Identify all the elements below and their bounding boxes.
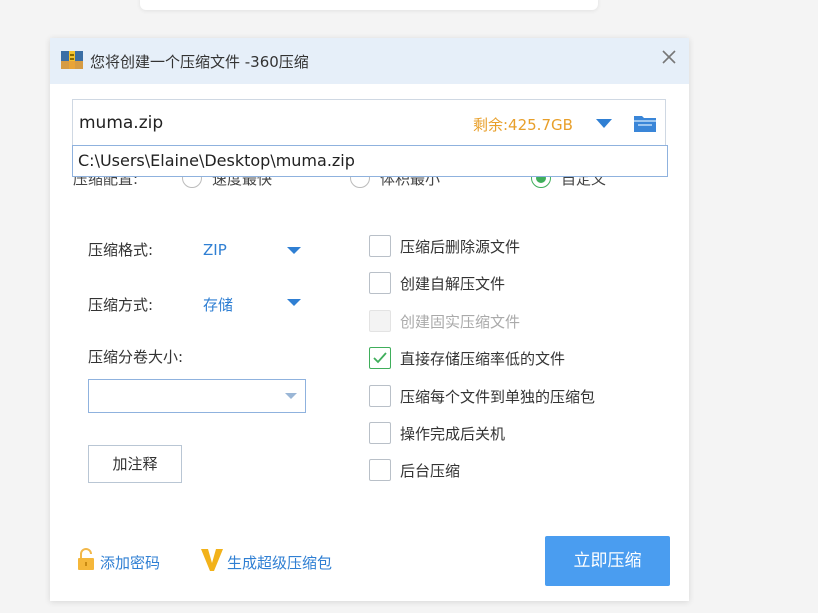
add-comment-button[interactable]: 加注释 [88, 445, 182, 483]
option-self-extract[interactable]: 创建自解压文件 [369, 272, 669, 296]
dropdown-arrow-icon[interactable] [595, 117, 613, 129]
format-label: 压缩格式: [88, 241, 154, 259]
method-dropdown-icon[interactable] [287, 299, 301, 306]
checkbox-label[interactable]: 后台压缩 [400, 460, 460, 481]
checkbox-label[interactable]: 压缩每个文件到单独的压缩包 [400, 386, 595, 407]
folder-icon[interactable] [633, 113, 657, 133]
option-solid-archive: 创建固实压缩文件 [369, 310, 669, 334]
archive-name-text[interactable]: muma.zip [79, 113, 163, 133]
volume-dropdown-icon[interactable] [285, 393, 297, 399]
volume-label: 压缩分卷大小: [88, 348, 184, 366]
checkbox[interactable] [369, 459, 391, 481]
checkmark-icon [373, 352, 387, 364]
lock-icon [78, 548, 94, 570]
app-icon [61, 51, 83, 69]
volume-size-select[interactable] [88, 379, 306, 413]
title-bar: 您将创建一个压缩文件 -360压缩 [50, 38, 689, 84]
checkbox-label: 创建固实压缩文件 [400, 313, 521, 331]
checkbox[interactable] [369, 235, 391, 257]
super-v-icon [201, 549, 223, 571]
checkbox-label[interactable]: 直接存储压缩率低的文件 [400, 348, 565, 369]
checkbox-checked[interactable] [369, 347, 391, 369]
checkbox-disabled [369, 310, 391, 332]
super-package-label[interactable]: 生成超级压缩包 [227, 552, 332, 573]
checkbox[interactable] [369, 385, 391, 407]
close-icon[interactable] [658, 46, 680, 68]
checkbox[interactable] [369, 272, 391, 294]
checkbox-label[interactable]: 操作完成后关机 [400, 423, 505, 444]
option-background[interactable]: 后台压缩 [369, 459, 669, 483]
archive-name-field[interactable]: muma.zip 剩余:425.7GB [72, 99, 666, 147]
background-window-strip [140, 0, 598, 10]
free-space-text: 剩余:425.7GB [473, 116, 573, 134]
checkbox[interactable] [369, 422, 391, 444]
compress-dialog: 您将创建一个压缩文件 -360压缩 muma.zip 剩余:425.7GB C:… [50, 38, 689, 601]
window-title: 您将创建一个压缩文件 -360压缩 [90, 53, 309, 71]
add-password-label[interactable]: 添加密码 [100, 552, 160, 573]
format-dropdown-icon[interactable] [287, 247, 301, 254]
path-suggestion-text[interactable]: C:\Users\Elaine\Desktop\muma.zip [78, 151, 355, 170]
checkbox-label[interactable]: 创建自解压文件 [400, 273, 505, 294]
compress-now-button[interactable]: 立即压缩 [545, 536, 670, 586]
format-value[interactable]: ZIP [203, 241, 227, 259]
option-shutdown[interactable]: 操作完成后关机 [369, 422, 669, 446]
option-store-low-ratio[interactable]: 直接存储压缩率低的文件 [369, 347, 669, 371]
option-separate-archives[interactable]: 压缩每个文件到单独的压缩包 [369, 385, 669, 409]
option-delete-source[interactable]: 压缩后删除源文件 [369, 235, 669, 259]
method-value[interactable]: 存储 [203, 294, 233, 315]
method-label: 压缩方式: [88, 296, 154, 314]
path-suggestion-popup[interactable]: C:\Users\Elaine\Desktop\muma.zip [72, 145, 668, 177]
checkbox-label[interactable]: 压缩后删除源文件 [400, 236, 520, 257]
